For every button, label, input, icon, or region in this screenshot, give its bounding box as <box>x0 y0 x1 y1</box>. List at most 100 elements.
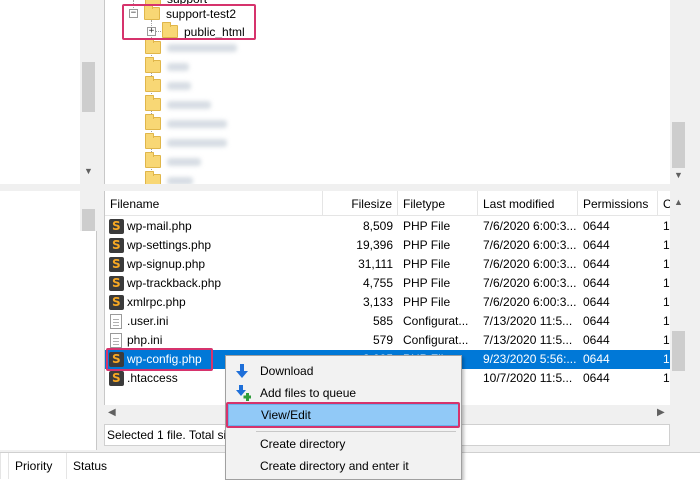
file-row[interactable]: .user.ini 585 Configurat... 7/13/2020 11:5.… <box>105 312 670 331</box>
file-permissions: 0644 <box>583 238 610 252</box>
file-size: 585 <box>372 314 393 328</box>
file-type: Configurat... <box>403 314 469 328</box>
file-type: PHP File <box>403 295 451 309</box>
file-owner: 1( <box>663 371 670 385</box>
scroll-thumb[interactable] <box>82 62 95 112</box>
file-name: wp-signup.php <box>127 257 206 271</box>
file-owner: 1( <box>663 276 670 290</box>
file-modified: 7/6/2020 6:00:3... <box>483 238 576 252</box>
file-owner: 1( <box>663 219 670 233</box>
blurred-label <box>167 81 191 90</box>
file-row[interactable]: wp-settings.php 19,396 PHP File 7/6/2020 6:… <box>105 236 670 255</box>
file-permissions: 0644 <box>583 371 610 385</box>
file-size: 31,111 <box>358 257 393 271</box>
scroll-left-arrow-icon[interactable]: ◀ <box>108 407 116 418</box>
scroll-right-arrow-icon[interactable]: ▶ <box>657 407 665 418</box>
menu-item-label: Add files to queue <box>260 386 357 400</box>
menu-item-download[interactable]: Download <box>228 360 459 382</box>
file-name: wp-settings.php <box>127 238 212 252</box>
file-modified: 7/6/2020 6:00:3... <box>483 276 576 290</box>
file-size: 4,755 <box>362 276 393 290</box>
file-list-vscrollbar[interactable]: ▲ <box>670 191 687 421</box>
folder-icon <box>145 76 161 92</box>
column-owner[interactable]: O <box>658 191 670 216</box>
file-modified: 10/7/2020 11:5... <box>483 371 573 385</box>
scroll-down-arrow-icon[interactable]: ▼ <box>84 166 93 176</box>
php-file-icon <box>109 238 124 253</box>
php-file-icon <box>109 257 124 272</box>
remote-tree-scrollbar[interactable]: ▼ <box>670 0 687 184</box>
scroll-up-arrow-icon[interactable]: ▲ <box>674 197 683 207</box>
menu-item-create-directory[interactable]: Create directory <box>228 433 459 455</box>
tree-item-blurred[interactable] <box>145 38 237 57</box>
local-file-scrollbar[interactable] <box>80 191 97 231</box>
blurred-label <box>167 119 227 128</box>
blurred-label <box>167 176 193 184</box>
blurred-label <box>167 157 201 166</box>
queue-column-priority[interactable]: Priority <box>8 453 66 479</box>
queue-column-spacer <box>0 453 8 479</box>
folder-icon <box>145 114 161 130</box>
file-row[interactable]: wp-trackback.php 4,755 PHP File 7/6/2020 6:… <box>105 274 670 293</box>
folder-icon <box>145 133 161 149</box>
file-row[interactable]: wp-signup.php 31,111 PHP File 7/6/2020 6:00… <box>105 255 670 274</box>
menu-item-add-to-queue[interactable]: Add files to queue <box>228 382 459 404</box>
file-modified: 9/23/2020 5:56:... <box>483 352 576 366</box>
php-file-icon <box>109 276 124 291</box>
file-permissions: 0644 <box>583 314 610 328</box>
php-file-icon <box>109 371 124 386</box>
folder-icon <box>145 152 161 168</box>
scroll-thumb[interactable] <box>82 209 95 231</box>
file-name: .user.ini <box>127 314 169 328</box>
folder-icon <box>145 38 161 54</box>
file-name: wp-trackback.php <box>127 276 222 290</box>
remote-directory-tree[interactable]: support − support-test2 + public_html <box>104 0 670 184</box>
download-arrow-icon <box>236 364 248 378</box>
config-file-icon <box>110 314 122 329</box>
tree-item-blurred[interactable] <box>145 114 227 133</box>
menu-separator <box>256 431 456 432</box>
tree-item-blurred[interactable] <box>145 95 211 114</box>
local-tree-scrollbar[interactable]: ▼ <box>80 0 97 184</box>
scroll-thumb[interactable] <box>672 331 685 371</box>
file-row[interactable]: xmlrpc.php 3,133 PHP File 7/6/2020 6:00:3..… <box>105 293 670 312</box>
file-type: PHP File <box>403 257 451 271</box>
column-filesize[interactable]: Filesize <box>323 191 398 216</box>
tree-item-blurred[interactable] <box>145 76 191 95</box>
file-permissions: 0644 <box>583 276 610 290</box>
add-to-queue-icon <box>236 385 251 401</box>
file-permissions: 0644 <box>583 352 610 366</box>
file-type: PHP File <box>403 219 451 233</box>
file-permissions: 0644 <box>583 219 610 233</box>
tree-item-blurred[interactable] <box>145 152 201 171</box>
column-last-modified[interactable]: Last modified <box>478 191 578 216</box>
tree-item-blurred[interactable] <box>145 57 189 76</box>
blurred-label <box>167 62 189 71</box>
folder-icon <box>145 57 161 73</box>
pane-splitter[interactable] <box>0 184 700 191</box>
filezilla-window: ▼ support − support-test2 + public_html <box>0 0 700 480</box>
file-row[interactable]: wp-mail.php 8,509 PHP File 7/6/2020 6:00:3.… <box>105 217 670 236</box>
file-permissions: 0644 <box>583 257 610 271</box>
file-size: 579 <box>372 333 393 347</box>
queue-column-status[interactable]: Status <box>66 453 166 479</box>
blurred-label <box>167 43 237 52</box>
folder-icon <box>145 171 161 184</box>
file-modified: 7/6/2020 6:00:3... <box>483 295 576 309</box>
file-type: Configurat... <box>403 333 469 347</box>
menu-item-create-directory-enter[interactable]: Create directory and enter it <box>228 455 459 477</box>
menu-item-label: Create directory and enter it <box>260 459 409 473</box>
column-filetype[interactable]: Filetype <box>398 191 478 216</box>
file-name: xmlrpc.php <box>127 295 186 309</box>
tree-item-blurred[interactable] <box>145 171 193 184</box>
file-owner: 1( <box>663 352 670 366</box>
file-name: wp-mail.php <box>127 219 192 233</box>
column-permissions[interactable]: Permissions <box>578 191 658 216</box>
context-menu: Download Add files to queue View/Edit Cr… <box>225 355 462 480</box>
php-file-icon <box>109 295 124 310</box>
scroll-thumb[interactable] <box>672 122 685 168</box>
config-file-icon <box>110 333 122 348</box>
tree-item-blurred[interactable] <box>145 133 227 152</box>
column-filename[interactable]: Filename <box>105 191 323 216</box>
scroll-down-arrow-icon[interactable]: ▼ <box>674 170 683 180</box>
